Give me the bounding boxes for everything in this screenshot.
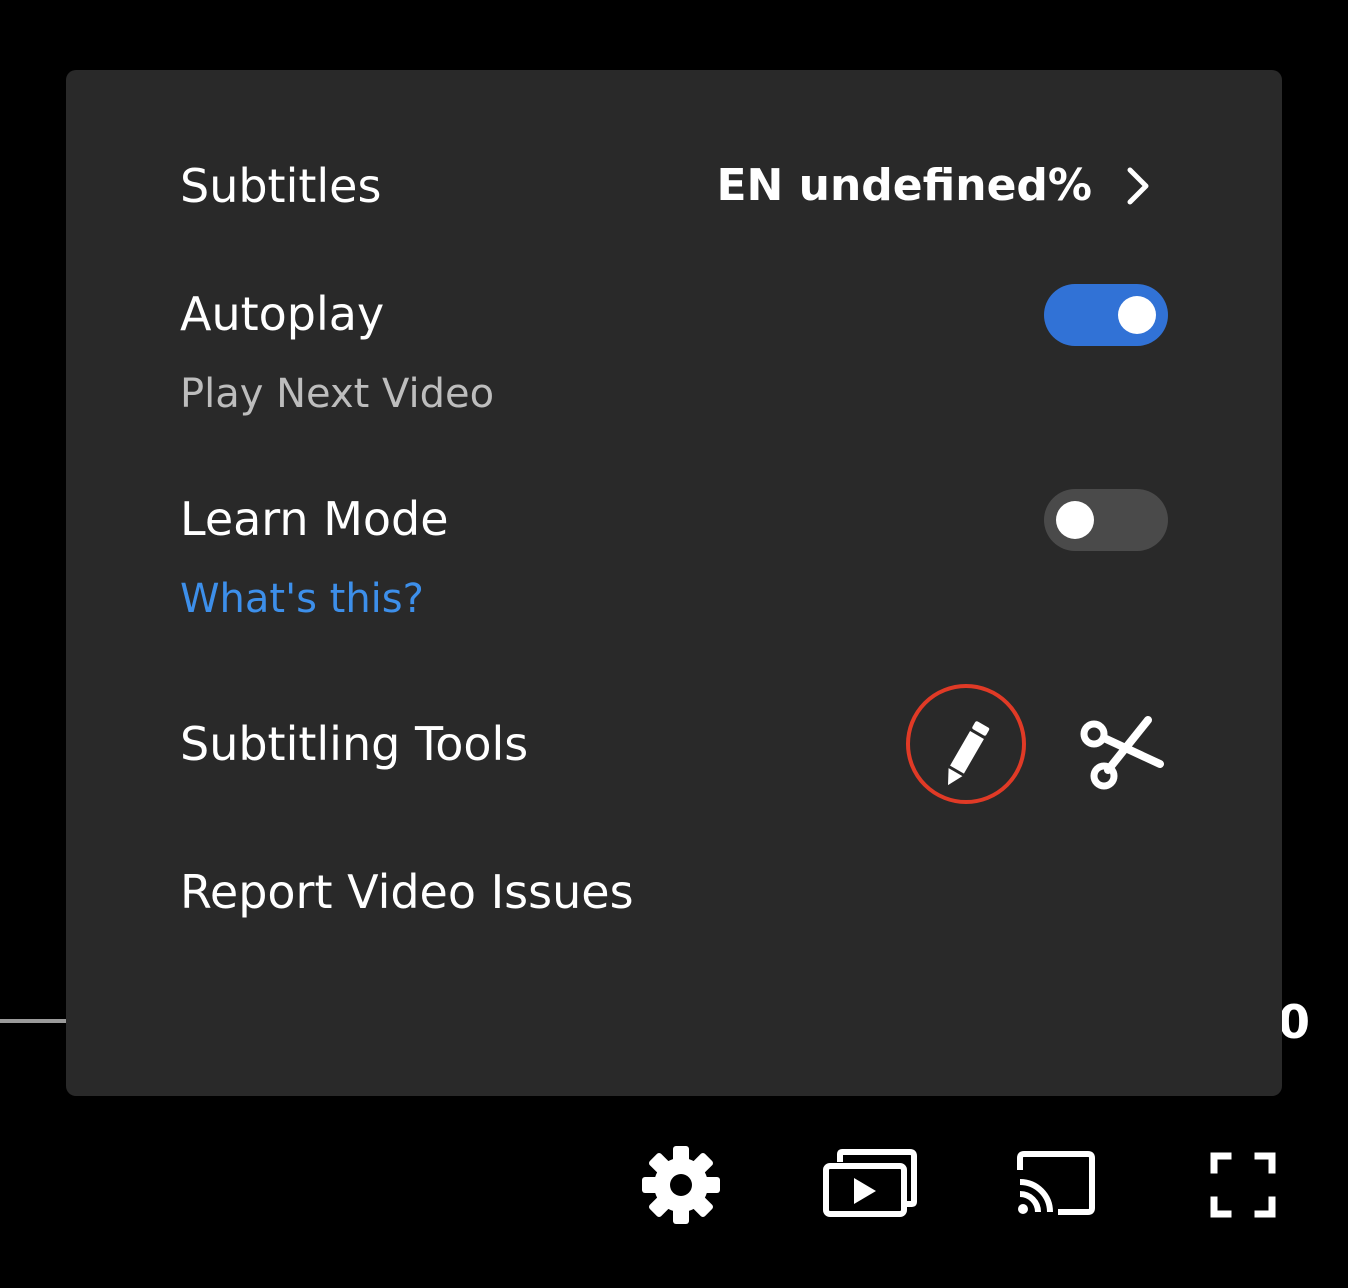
pencil-icon [948, 721, 990, 786]
progress-bar[interactable] [0, 1019, 70, 1023]
subtitling-tools-label: Subtitling Tools [180, 717, 529, 771]
picture-in-picture-icon [823, 1149, 917, 1217]
cast-button[interactable] [1010, 1140, 1100, 1230]
chevron-right-icon [1127, 167, 1149, 205]
autoplay-label: Autoplay [180, 287, 385, 341]
gear-icon [642, 1146, 720, 1224]
subtitling-tools-menu-item: Subtitling Tools [180, 684, 1168, 804]
toggle-knob [1056, 501, 1094, 539]
scissors-icon [1080, 716, 1164, 790]
subtitles-label: Subtitles [180, 159, 382, 213]
fullscreen-button[interactable] [1198, 1140, 1288, 1230]
whats-this-link[interactable]: What's this? [180, 573, 424, 625]
video-player: 0 Subtitles EN undefined% Autoplay Play … [0, 0, 1348, 1288]
learn-mode-menu-item: Learn Mode What's this? [180, 489, 1168, 629]
report-video-issues-label: Report Video Issues [180, 865, 634, 919]
settings-menu: Subtitles EN undefined% Autoplay Play Ne… [66, 70, 1282, 1096]
settings-button[interactable] [636, 1140, 726, 1230]
autoplay-toggle[interactable] [1044, 284, 1168, 346]
fullscreen-icon [1210, 1152, 1276, 1218]
edit-subtitles-button[interactable] [906, 684, 1026, 804]
toggle-knob [1118, 296, 1156, 334]
cast-icon [1017, 1151, 1095, 1215]
cut-subtitles-button[interactable] [1050, 684, 1170, 804]
subtitles-menu-item[interactable]: Subtitles EN undefined% [180, 156, 1168, 216]
report-video-issues-menu-item[interactable]: Report Video Issues [180, 862, 1168, 922]
subtitles-value: EN undefined% [716, 160, 1092, 211]
picture-in-picture-button[interactable] [822, 1140, 917, 1230]
player-controls [0, 1140, 1348, 1230]
learn-mode-toggle[interactable] [1044, 489, 1168, 551]
learn-mode-label: Learn Mode [180, 492, 449, 546]
time-display: 0 [1278, 995, 1311, 1049]
autoplay-menu-item: Autoplay Play Next Video [180, 284, 1168, 424]
autoplay-description: Play Next Video [180, 371, 495, 417]
